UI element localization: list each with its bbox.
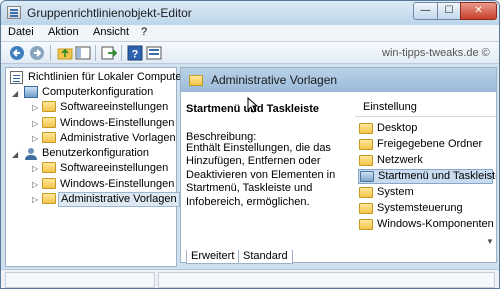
folder-icon bbox=[359, 187, 373, 198]
list-item-system[interactable]: System bbox=[358, 185, 493, 200]
list-item-label: Freigegebene Ordner bbox=[377, 138, 483, 150]
folder-icon bbox=[42, 162, 56, 173]
tree-item-label: Windows-Einstellungen bbox=[60, 117, 175, 129]
computer-icon bbox=[24, 86, 38, 98]
policy-icon bbox=[10, 71, 23, 84]
list-item-desktop[interactable]: Desktop bbox=[358, 121, 493, 136]
tree-toggle-icon[interactable] bbox=[75, 45, 91, 61]
toolbar-separator bbox=[50, 45, 51, 61]
collapse-arrow-icon[interactable]: ◢ bbox=[12, 150, 18, 159]
list-item-label: Desktop bbox=[377, 122, 418, 134]
list-item-windows-komponenten[interactable]: Windows-Komponenten bbox=[358, 217, 494, 232]
details-header: Administrative Vorlagen bbox=[181, 68, 496, 92]
list-item-label: Systemsteuerung bbox=[377, 202, 463, 214]
folder-icon bbox=[42, 101, 56, 112]
expand-arrow-icon[interactable]: ▷ bbox=[32, 134, 38, 143]
editor-window: Gruppenrichtlinienobjekt-Editor — ☐ ✕ Da… bbox=[0, 0, 500, 289]
export-icon[interactable] bbox=[101, 45, 117, 61]
list-item-label: Startmenü und Taskleiste bbox=[378, 170, 496, 182]
tree-root-label: Richtlinien für Lokaler Computer bbox=[28, 71, 186, 83]
menu-datei[interactable]: Datei bbox=[5, 26, 37, 38]
description-text: Enthält Einstellungen, die das Hinzufüge… bbox=[186, 142, 336, 208]
column-header-einstellung[interactable]: Einstellung bbox=[355, 98, 496, 117]
folder-icon bbox=[359, 123, 373, 134]
list-item-label: Netzwerk bbox=[377, 154, 423, 166]
tree-computerkonfiguration-label: Computerkonfiguration bbox=[42, 86, 154, 98]
menu-aktion[interactable]: Aktion bbox=[45, 26, 82, 38]
folder-icon bbox=[42, 178, 56, 189]
folder-icon bbox=[359, 219, 373, 230]
expand-arrow-icon[interactable]: ▷ bbox=[32, 119, 38, 128]
tree-benutzerkonfiguration-label: Benutzerkonfiguration bbox=[42, 147, 150, 159]
list-item-freigegebene-ordner[interactable]: Freigegebene Ordner bbox=[358, 137, 493, 152]
list-item-label: Windows-Komponenten bbox=[377, 218, 494, 230]
expand-arrow-icon[interactable]: ▷ bbox=[32, 103, 38, 112]
expand-arrow-icon[interactable]: ▷ bbox=[32, 180, 38, 189]
folder-icon bbox=[42, 117, 56, 128]
menu-ansicht[interactable]: Ansicht bbox=[90, 26, 132, 38]
help-icon[interactable]: ? bbox=[127, 45, 143, 61]
title-bar[interactable]: Gruppenrichtlinienobjekt-Editor — ☐ ✕ bbox=[1, 1, 499, 25]
folder-icon bbox=[359, 203, 373, 214]
tree-item-label: Softwareeinstellungen bbox=[60, 101, 169, 113]
list-item-label: System bbox=[377, 186, 414, 198]
user-icon bbox=[25, 148, 37, 160]
folder-icon bbox=[360, 171, 374, 182]
status-cell bbox=[5, 272, 155, 288]
status-bar bbox=[1, 269, 499, 288]
close-button[interactable]: ✕ bbox=[460, 2, 497, 20]
view-tabs: Erweitert Standard bbox=[184, 250, 497, 265]
gpedit-app-icon bbox=[7, 6, 21, 19]
mouse-cursor-icon bbox=[247, 97, 259, 113]
folder-icon bbox=[42, 193, 56, 204]
status-cell bbox=[158, 272, 495, 288]
folder-icon bbox=[42, 132, 56, 143]
tree-item-label: Administrative Vorlagen bbox=[60, 132, 176, 144]
toolbar-separator bbox=[121, 45, 122, 61]
expand-arrow-icon[interactable]: ▷ bbox=[32, 164, 38, 173]
list-item-netzwerk[interactable]: Netzwerk bbox=[358, 153, 493, 168]
column-header-label: Einstellung bbox=[363, 101, 417, 113]
list-item-systemsteuerung[interactable]: Systemsteuerung bbox=[358, 201, 493, 216]
up-folder-icon[interactable] bbox=[57, 45, 73, 61]
folder-icon bbox=[359, 155, 373, 166]
window-title: Gruppenrichtlinienobjekt-Editor bbox=[27, 6, 192, 20]
svg-text:?: ? bbox=[132, 49, 139, 61]
view-icon[interactable] bbox=[146, 45, 162, 61]
scroll-down-arrow-icon[interactable]: ▼ bbox=[486, 237, 494, 246]
forward-icon[interactable] bbox=[29, 45, 45, 61]
tree-pane: Richtlinien für Lokaler Computer ◢ Compu… bbox=[5, 67, 185, 267]
tree-item-label: Softwareeinstellungen bbox=[60, 162, 169, 174]
tree-item-label-selected: Administrative Vorlagen bbox=[58, 192, 180, 207]
tab-standard[interactable]: Standard bbox=[238, 250, 293, 264]
collapse-arrow-icon[interactable]: ◢ bbox=[12, 89, 18, 98]
details-header-title: Administrative Vorlagen bbox=[211, 73, 338, 87]
menu-bar: Datei Aktion Ansicht ? bbox=[1, 25, 499, 42]
folder-icon bbox=[359, 139, 373, 150]
tree-item-label: Windows-Einstellungen bbox=[60, 178, 175, 190]
toolbar: ? win-tipps-tweaks.de © bbox=[1, 42, 499, 64]
expand-arrow-icon[interactable]: ▷ bbox=[32, 195, 38, 204]
toolbar-separator bbox=[95, 45, 96, 61]
menu-help[interactable]: ? bbox=[138, 26, 150, 38]
tab-erweitert[interactable]: Erweitert bbox=[186, 250, 240, 264]
back-icon[interactable] bbox=[9, 45, 25, 61]
minimize-button[interactable]: — bbox=[413, 2, 438, 20]
watermark: win-tipps-tweaks.de © bbox=[382, 47, 490, 59]
settings-list: Desktop Freigegebene Ordner Netzwerk Sta… bbox=[355, 118, 496, 253]
maximize-button[interactable]: ☐ bbox=[437, 2, 461, 20]
details-pane: Administrative Vorlagen Startmenü und Ta… bbox=[180, 67, 497, 263]
folder-icon bbox=[189, 75, 203, 86]
list-item-startmenue-taskleiste[interactable]: Startmenü und Taskleiste bbox=[358, 169, 496, 184]
